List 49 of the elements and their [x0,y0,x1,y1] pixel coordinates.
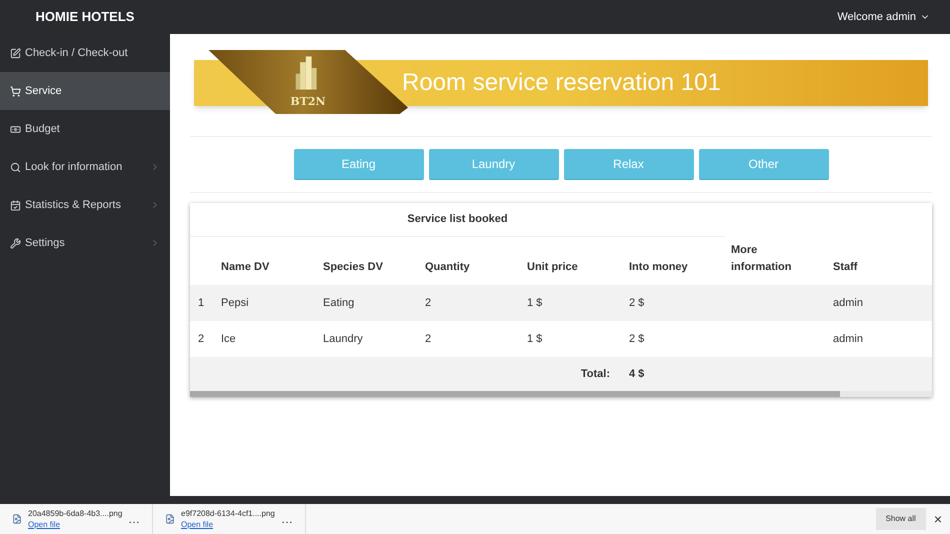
more-button[interactable]: … [281,510,293,528]
table-cell: 2 $ [629,332,644,345]
column-header: Unit price [527,260,578,272]
table-cell: Laundry [323,332,363,345]
column-header: Name DV [221,260,270,272]
total-value: 4 $ [629,368,644,380]
table-cell: admin [833,296,863,309]
sidebar-item[interactable]: Service [0,72,170,110]
close-button[interactable]: × [934,508,942,530]
sidebar-item[interactable]: Settings [0,224,170,262]
wrench-icon [10,238,21,248]
sidebar-item[interactable]: Check-in / Check-out [0,34,170,72]
file-icon [165,514,175,524]
table-cell: 2 [198,332,204,345]
banknote-icon [10,124,21,134]
file-icon [12,514,22,524]
table-cell: 1 $ [527,332,542,345]
user-menu[interactable]: Welcome admin [837,8,930,26]
sidebar-item[interactable]: Budget [0,110,170,148]
column-header: Species DV [323,260,383,272]
table-cell: 2 $ [629,296,644,309]
table-cell: 1 $ [527,296,542,309]
table-cell: 1 [198,296,204,309]
table-cell: Pepsi [221,296,249,309]
total-label: Total: [580,368,610,380]
sidebar-item[interactable]: Statistics & Reports [0,186,170,224]
calendar-icon [10,200,21,210]
sidebar-item[interactable]: Look for information [0,148,170,186]
brand-title: HOMIE HOTELS [36,9,134,24]
table-cell: Ice [221,332,236,345]
table-cell: 2 [425,332,432,345]
banner-title: Room service reservation 101 [402,68,721,98]
logo-text: BT2N [290,96,326,107]
column-header: Into money [629,260,688,272]
open-file-link[interactable]: Open file [28,519,118,530]
cart-icon [10,86,21,96]
more-button[interactable]: … [128,510,140,528]
column-header: More information [731,244,792,272]
table-cell: admin [833,332,863,345]
column-header: Staff [833,260,858,272]
table-cell: Eating [323,296,354,309]
search-icon [10,162,21,172]
scrollbar-thumb[interactable] [190,391,840,397]
table-caption: Service list booked [407,212,508,228]
show-all-button[interactable]: Show all [876,508,926,530]
edit-icon [10,48,21,58]
table-cell: 2 [425,296,432,309]
open-file-link[interactable]: Open file [181,519,271,530]
column-header: Quantity [425,260,470,272]
